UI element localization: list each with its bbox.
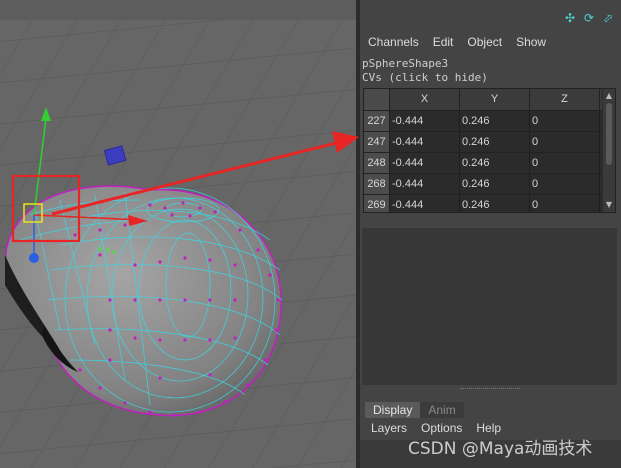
column-header-z[interactable]: Z: [530, 89, 600, 110]
row-id[interactable]: 269: [364, 195, 390, 212]
watermark: CSDN @Maya动画技术: [408, 439, 593, 459]
table-body: 227 -0.444 0.246 0 247 -0.444 0.246 0 24…: [364, 110, 602, 212]
table-corner: [364, 89, 390, 110]
axes-icon[interactable]: ✣: [563, 11, 577, 25]
row-id[interactable]: 227: [364, 111, 390, 131]
cell-x[interactable]: -0.444: [390, 195, 460, 212]
table-row[interactable]: 268 -0.444 0.246 0: [364, 173, 602, 194]
viewport-scene[interactable]: [0, 0, 356, 468]
table-header: X Y Z: [364, 89, 602, 110]
row-id[interactable]: 247: [364, 132, 390, 152]
channel-box-menu: Channels Edit Object Show: [368, 35, 546, 49]
table-row[interactable]: 269 -0.444 0.246 0: [364, 194, 602, 212]
refresh-icon[interactable]: ⟳: [582, 11, 596, 25]
row-id[interactable]: 268: [364, 174, 390, 194]
cell-x[interactable]: -0.444: [390, 132, 460, 152]
table-scrollbar[interactable]: ▲ ▼: [603, 89, 615, 212]
external-icon[interactable]: ⬀: [601, 11, 615, 25]
table-row[interactable]: 248 -0.444 0.246 0: [364, 152, 602, 173]
menu-object[interactable]: Object: [467, 35, 502, 49]
channel-box-empty-area: [362, 228, 617, 385]
layer-tabs: Display Anim: [365, 402, 464, 418]
menu-layers[interactable]: Layers: [371, 421, 407, 435]
cv-caption[interactable]: CVs (click to hide): [362, 71, 488, 84]
tab-anim[interactable]: Anim: [420, 402, 464, 418]
menu-edit[interactable]: Edit: [433, 35, 454, 49]
column-header-y[interactable]: Y: [460, 89, 530, 110]
scroll-up-icon[interactable]: ▲: [604, 91, 614, 101]
viewport-3d[interactable]: [0, 0, 356, 468]
panel-toolbar: ✣ ⟳ ⬀: [563, 11, 615, 25]
cell-y[interactable]: 0.246: [460, 153, 530, 173]
cell-z[interactable]: 0: [530, 174, 600, 194]
layer-menu: Layers Options Help: [371, 421, 501, 435]
cell-x[interactable]: -0.444: [390, 111, 460, 131]
menu-options[interactable]: Options: [421, 421, 462, 435]
cell-x[interactable]: -0.444: [390, 174, 460, 194]
cell-x[interactable]: -0.444: [390, 153, 460, 173]
row-id[interactable]: 248: [364, 153, 390, 173]
pane-resize-handle[interactable]: [460, 388, 520, 393]
cell-z[interactable]: 0: [530, 195, 600, 212]
cv-table: X Y Z 227 -0.444 0.246 0 247 -0.444 0.24…: [363, 88, 616, 213]
column-header-x[interactable]: X: [390, 89, 460, 110]
channel-box-panel: ✣ ⟳ ⬀ Channels Edit Object Show pSphereS…: [360, 0, 621, 468]
cell-z[interactable]: 0: [530, 153, 600, 173]
tab-display[interactable]: Display: [365, 402, 421, 418]
cell-z[interactable]: 0: [530, 111, 600, 131]
table-row[interactable]: 247 -0.444 0.246 0: [364, 131, 602, 152]
cell-y[interactable]: 0.246: [460, 132, 530, 152]
table-row[interactable]: 227 -0.444 0.246 0: [364, 110, 602, 131]
scroll-down-icon[interactable]: ▼: [604, 200, 614, 210]
scroll-thumb[interactable]: [606, 103, 612, 165]
menu-help[interactable]: Help: [476, 421, 501, 435]
cell-y[interactable]: 0.246: [460, 195, 530, 212]
shape-name[interactable]: pSphereShape3: [362, 57, 448, 70]
cell-z[interactable]: 0: [530, 132, 600, 152]
cell-y[interactable]: 0.246: [460, 111, 530, 131]
menu-channels[interactable]: Channels: [368, 35, 419, 49]
cell-y[interactable]: 0.246: [460, 174, 530, 194]
menu-show[interactable]: Show: [516, 35, 546, 49]
